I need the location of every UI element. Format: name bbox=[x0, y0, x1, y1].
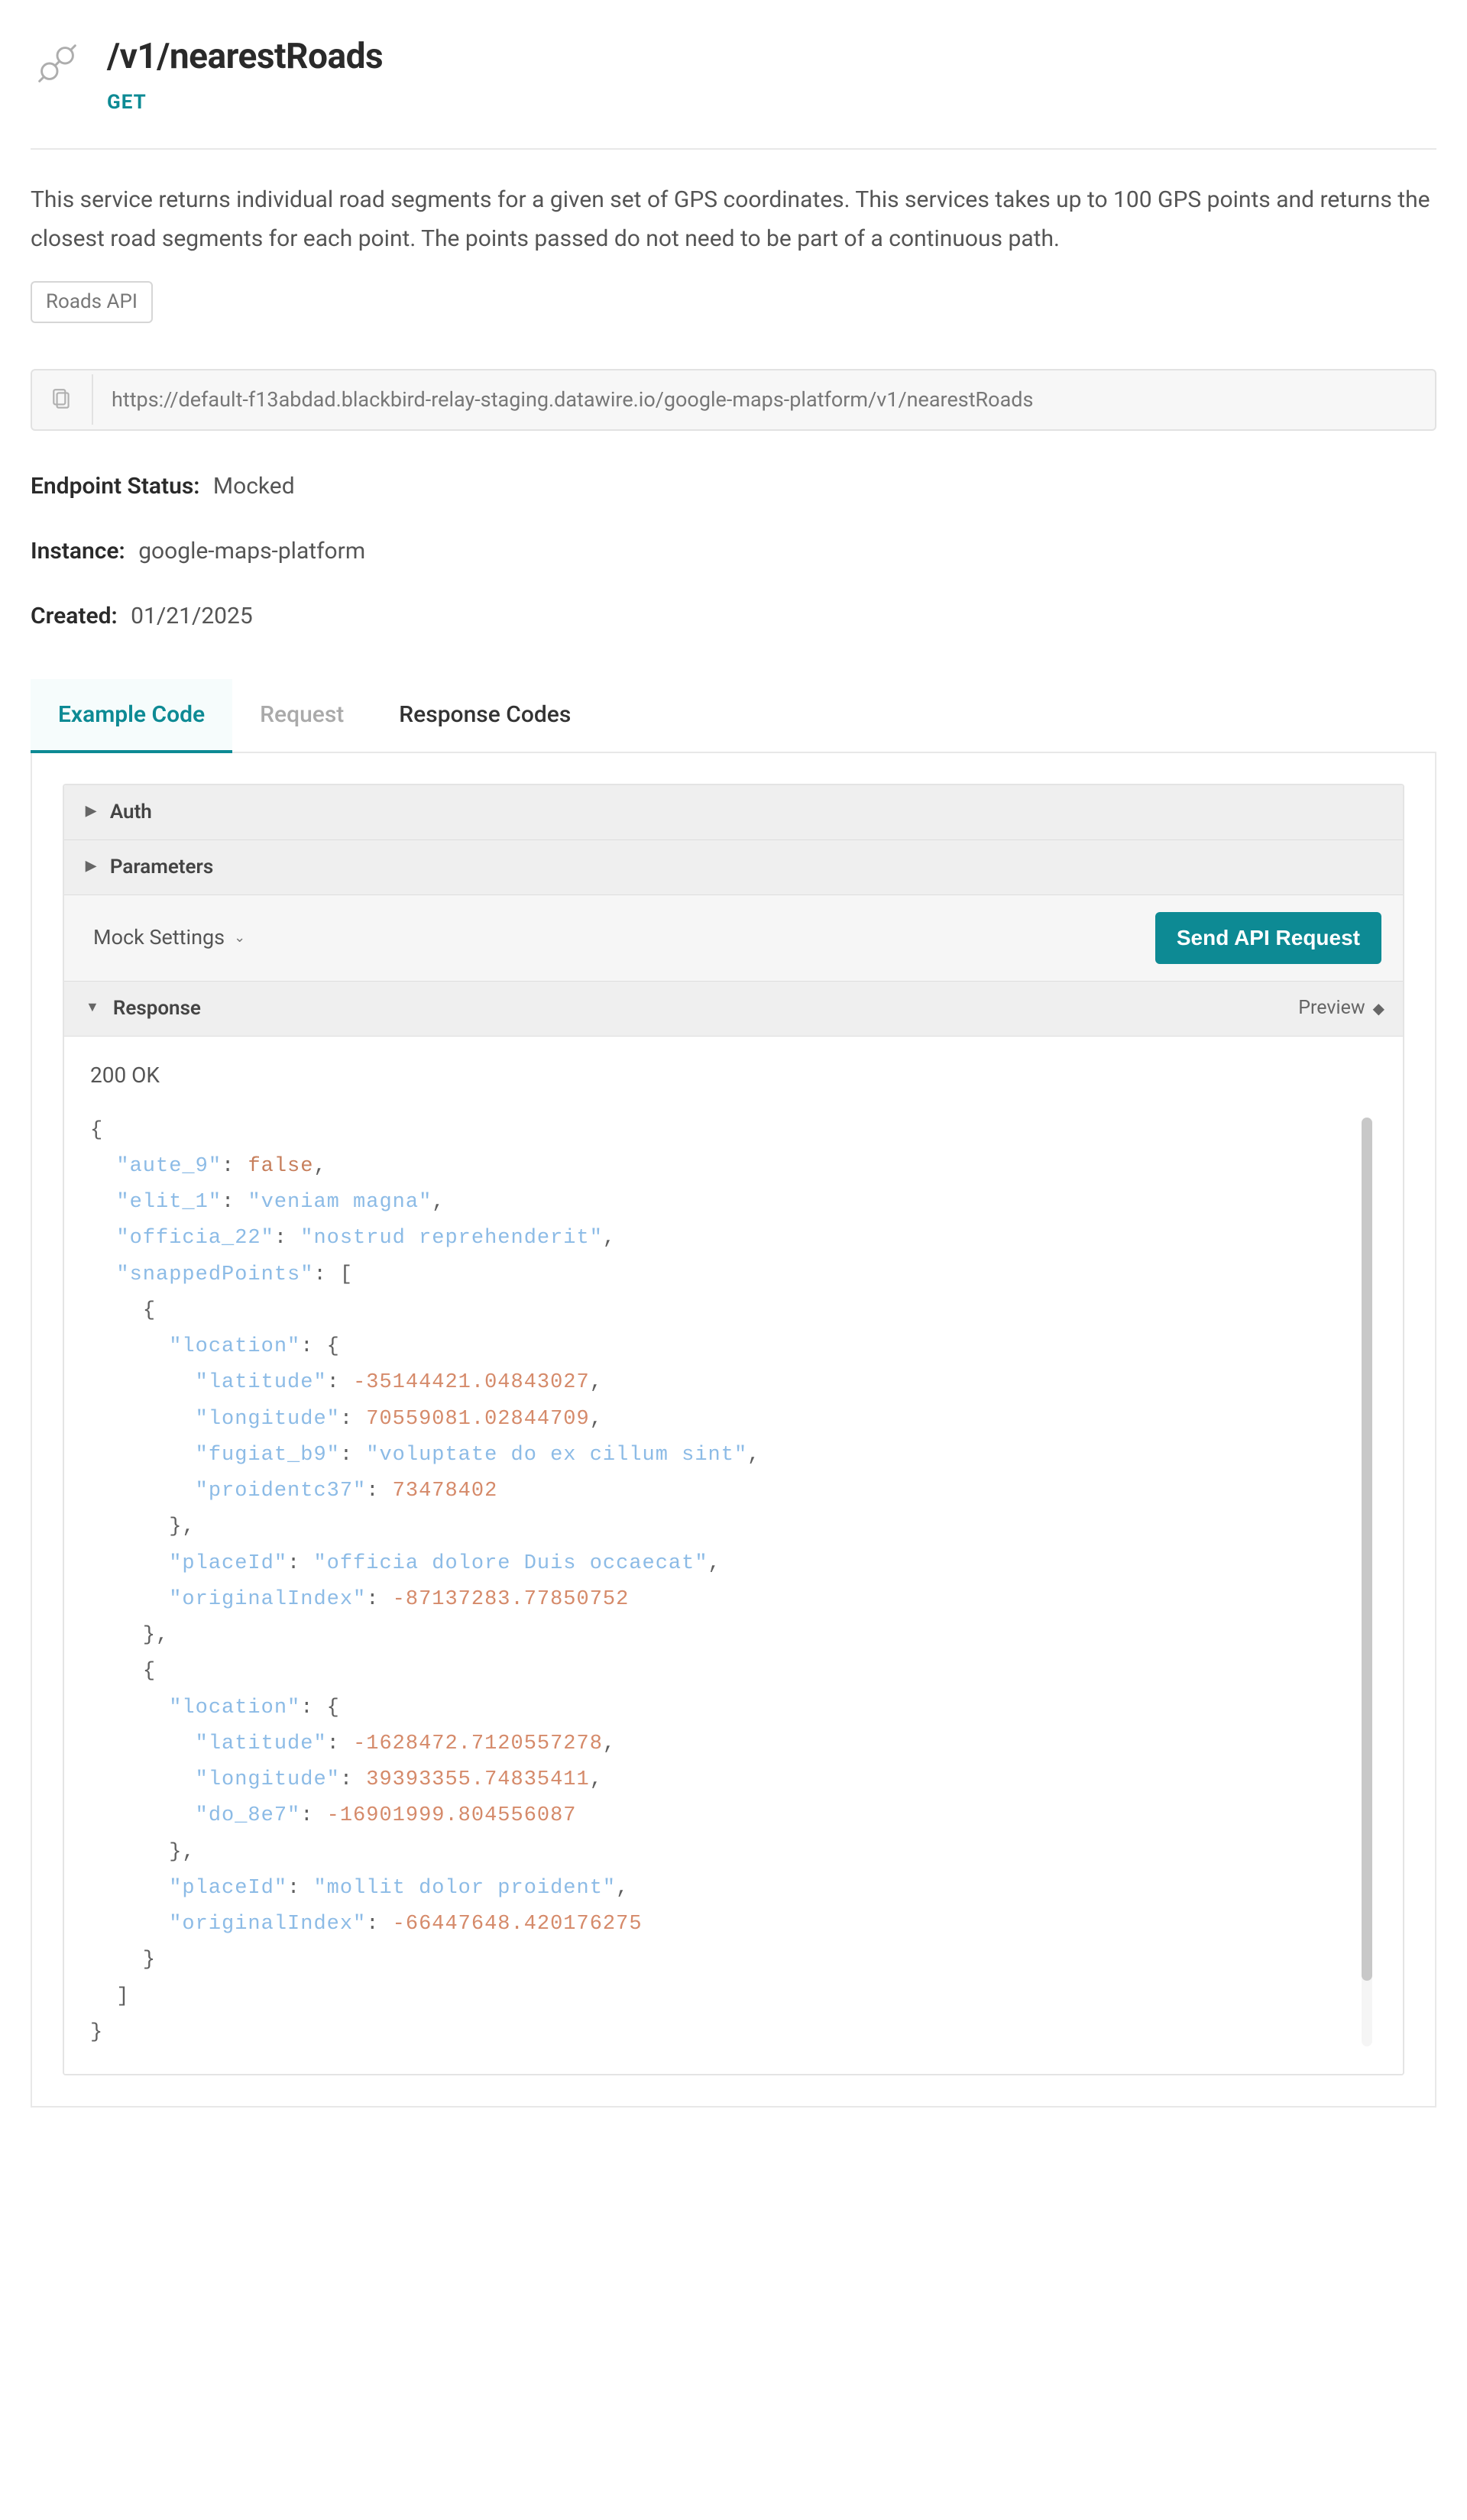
tab-request[interactable]: Request bbox=[232, 679, 371, 752]
response-status: 200 OK bbox=[90, 1059, 1377, 1092]
caret-right-icon: ▶ bbox=[86, 856, 96, 876]
created-line: Created: 01/21/2025 bbox=[31, 599, 1436, 633]
mock-settings-dropdown[interactable]: Mock Settings ⌄ bbox=[86, 922, 245, 953]
instance-label: Instance: bbox=[31, 538, 125, 564]
instance-line: Instance: google-maps-platform bbox=[31, 534, 1436, 568]
tab-example-code[interactable]: Example Code bbox=[31, 679, 232, 753]
response-body: 200 OK { "aute_9": false, "elit_1": "ven… bbox=[64, 1037, 1403, 2075]
example-code-panel: ▶ Auth ▶ Parameters Mock Settings ⌄ Send… bbox=[31, 753, 1436, 2108]
auth-accordion[interactable]: ▶ Auth bbox=[64, 785, 1403, 840]
http-method-badge: GET bbox=[107, 88, 383, 118]
link-icon bbox=[31, 37, 84, 90]
page-title: /v1/nearestRoads bbox=[107, 31, 383, 83]
parameters-label: Parameters bbox=[110, 852, 213, 882]
mock-settings-label: Mock Settings bbox=[93, 922, 225, 953]
endpoint-description: This service returns individual road seg… bbox=[31, 180, 1436, 258]
title-block: /v1/nearestRoads GET bbox=[107, 31, 383, 118]
preview-label: Preview bbox=[1298, 994, 1365, 1023]
send-api-request-button[interactable]: Send API Request bbox=[1155, 912, 1381, 964]
endpoint-status-label: Endpoint Status: bbox=[31, 473, 199, 500]
request-response-box: ▶ Auth ▶ Parameters Mock Settings ⌄ Send… bbox=[63, 784, 1404, 2076]
instance-value: google-maps-platform bbox=[138, 538, 365, 564]
mock-settings-row: Mock Settings ⌄ Send API Request bbox=[64, 895, 1403, 982]
sort-icon: ◆ bbox=[1373, 997, 1381, 1020]
header-divider bbox=[31, 148, 1436, 150]
tab-response-codes[interactable]: Response Codes bbox=[371, 679, 598, 752]
parameters-accordion[interactable]: ▶ Parameters bbox=[64, 840, 1403, 895]
endpoint-status-value: Mocked bbox=[213, 473, 295, 500]
caret-right-icon: ▶ bbox=[86, 801, 96, 821]
url-bar: https://default-f13abdad.blackbird-relay… bbox=[31, 369, 1436, 431]
created-label: Created: bbox=[31, 603, 118, 629]
json-scroll-area[interactable]: { "aute_9": false, "elit_1": "veniam mag… bbox=[90, 1113, 1377, 2052]
tabs: Example Code Request Response Codes bbox=[31, 679, 1436, 753]
copy-url-button[interactable] bbox=[32, 374, 93, 425]
caret-down-icon: ▼ bbox=[86, 997, 99, 1017]
response-json: { "aute_9": false, "elit_1": "veniam mag… bbox=[90, 1113, 1377, 2052]
page-header: /v1/nearestRoads GET bbox=[31, 31, 1436, 141]
endpoint-status-line: Endpoint Status: Mocked bbox=[31, 469, 1436, 503]
api-tag[interactable]: Roads API bbox=[31, 281, 153, 323]
created-value: 01/21/2025 bbox=[131, 603, 253, 629]
scrollbar-thumb[interactable] bbox=[1362, 1118, 1372, 1981]
preview-toggle[interactable]: Preview ◆ bbox=[1298, 994, 1381, 1023]
endpoint-url: https://default-f13abdad.blackbird-relay… bbox=[93, 370, 1051, 429]
response-label: Response bbox=[113, 994, 201, 1024]
response-accordion[interactable]: ▼ Response Preview ◆ bbox=[64, 982, 1403, 1037]
chevron-down-icon: ⌄ bbox=[234, 927, 245, 948]
auth-label: Auth bbox=[110, 797, 152, 827]
